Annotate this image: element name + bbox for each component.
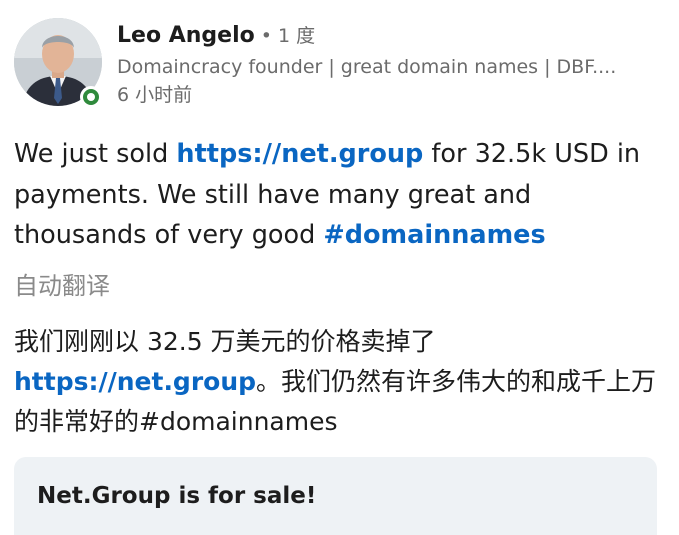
- post-link[interactable]: https://net.group: [176, 139, 423, 169]
- translated-text-segment: 我们刚刚以 32.5 万美元的价格卖掉了: [14, 327, 436, 356]
- post-author-header: Leo Angelo • 1 度 Domaincracy founder | g…: [14, 18, 664, 114]
- connection-degree: • 1 度: [254, 25, 316, 47]
- post-text-segment: We just sold: [14, 139, 177, 169]
- translated-text: 我们刚刚以 32.5 万美元的价格卖掉了 https://net.group。我…: [14, 322, 669, 442]
- auto-translate-button[interactable]: 自动翻译: [14, 268, 110, 304]
- online-status-icon: [80, 86, 102, 108]
- feed-post: Leo Angelo • 1 度 Domaincracy founder | g…: [0, 0, 679, 535]
- post-timestamp: 6 小时前: [117, 84, 193, 106]
- post-body-text: We just sold https://net.group for 32.5k…: [14, 134, 669, 256]
- translated-post-link[interactable]: https://net.group: [14, 367, 256, 396]
- author-headline: Domaincracy founder | great domain names…: [117, 56, 617, 78]
- link-preview-title: Net.Group is for sale!: [37, 483, 317, 509]
- author-name[interactable]: Leo Angelo: [117, 23, 255, 48]
- link-preview-card[interactable]: Net.Group is for sale!: [14, 457, 657, 535]
- hashtag-link[interactable]: #domainnames: [323, 220, 545, 250]
- author-name-line: Leo Angelo • 1 度: [117, 20, 315, 52]
